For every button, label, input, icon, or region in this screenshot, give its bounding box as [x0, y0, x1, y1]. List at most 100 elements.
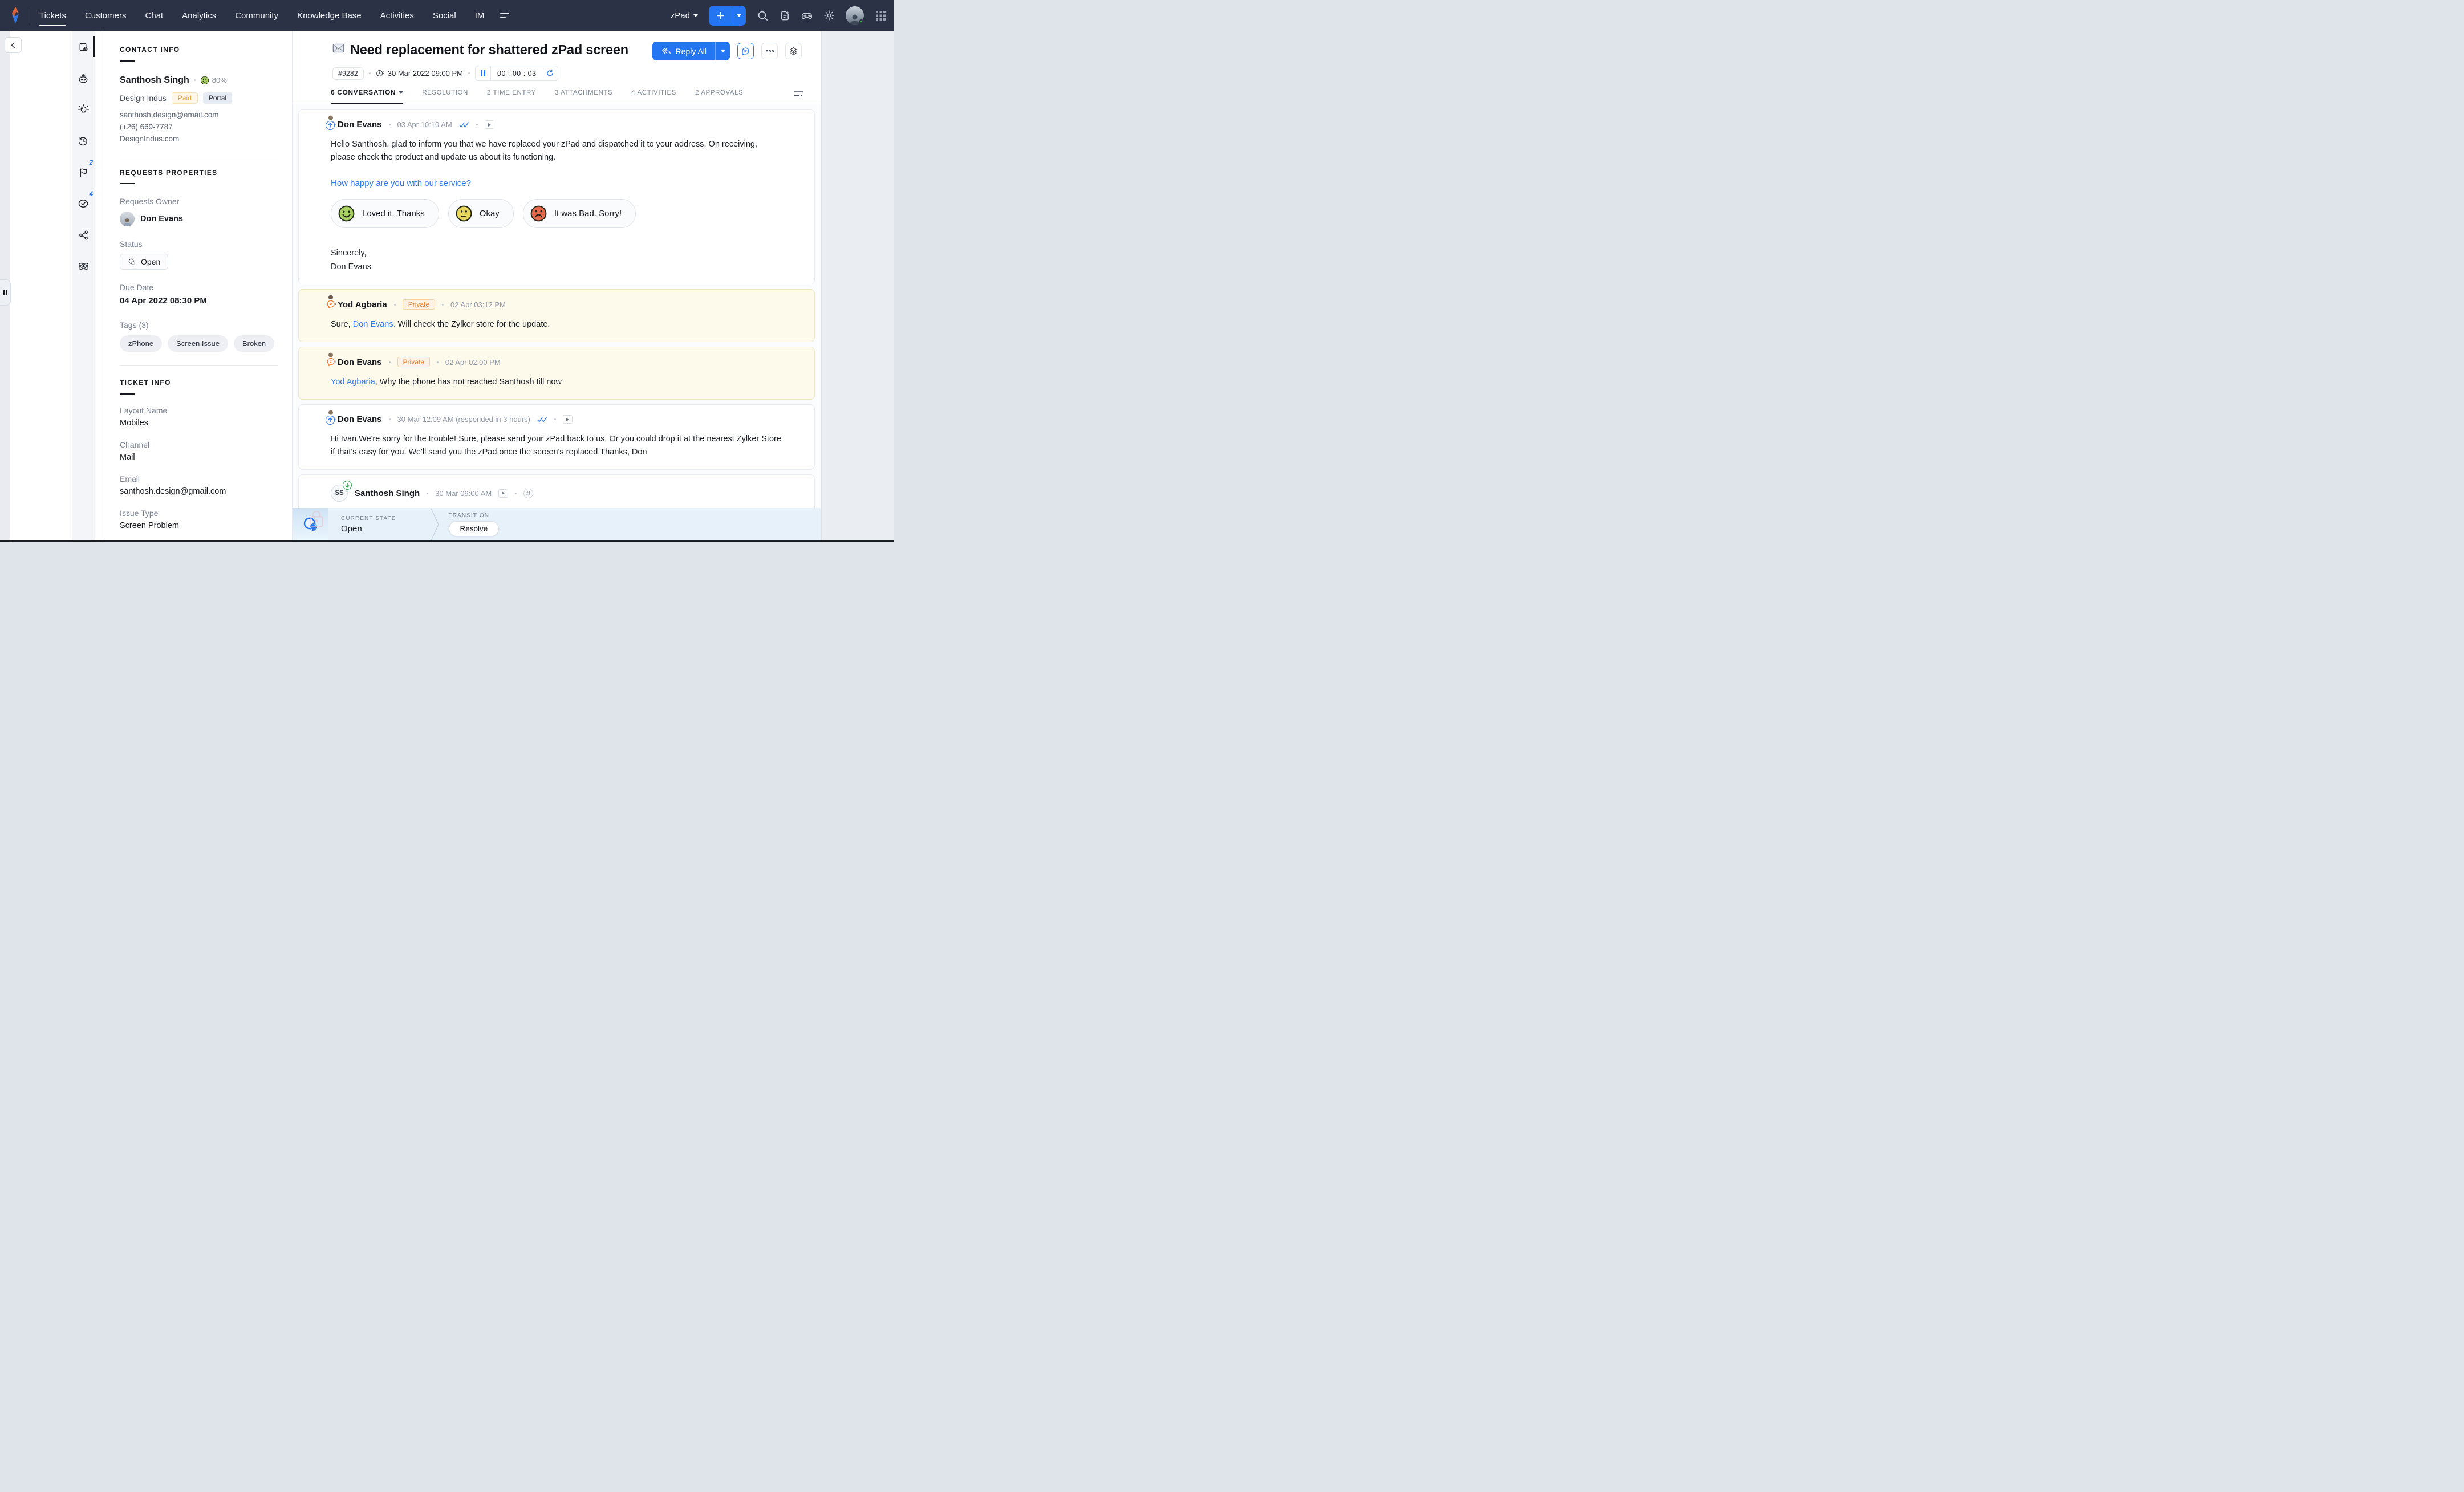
note-text: , Why the phone has not reached Santhosh…	[375, 377, 562, 387]
contact-name[interactable]: Santhosh Singh	[120, 75, 189, 86]
mention-link[interactable]: Yod Agbaria	[331, 377, 375, 387]
timer-refresh-button[interactable]	[543, 66, 558, 80]
nav-tab-social[interactable]: Social	[433, 0, 456, 31]
email-channel-icon	[332, 43, 344, 53]
zia-bot-icon[interactable]	[72, 70, 95, 86]
read-receipt-icon	[537, 417, 547, 422]
blueprint-widget[interactable]	[293, 508, 328, 540]
nav-tab-im[interactable]: IM	[475, 0, 485, 31]
contact-phone[interactable]: (+26) 669-7787	[120, 121, 278, 133]
tab-resolution[interactable]: RESOLUTION	[422, 90, 468, 104]
collapse-panel-button[interactable]	[5, 37, 22, 53]
nav-tab-community[interactable]: Community	[235, 0, 278, 31]
message-body: Hi Ivan,We're sorry for the trouble! Sur…	[331, 433, 782, 459]
skills-atom-icon[interactable]	[72, 258, 95, 274]
flags-icon[interactable]: 2	[72, 164, 95, 180]
message-author[interactable]: Don Evans	[338, 357, 382, 367]
tab-time-entry[interactable]: 2 TIME ENTRY	[487, 90, 536, 104]
field-value[interactable]: Mobiles	[120, 418, 278, 428]
survey-option-okay[interactable]: Okay	[448, 199, 514, 228]
settings-gear-icon[interactable]	[823, 10, 835, 21]
conversation-filter-icon[interactable]	[794, 91, 803, 104]
happiness-survey-link[interactable]: How happy are you with our service?	[331, 178, 782, 188]
tab-activities[interactable]: 4 ACTIVITIES	[631, 90, 676, 104]
more-actions-button[interactable]	[761, 43, 778, 59]
zoho-desk-logo-icon[interactable]	[7, 6, 24, 25]
tag-pill[interactable]: Screen Issue	[168, 335, 228, 352]
field-label: Email	[120, 474, 278, 483]
message-card-reply: Don Evans 03 Apr 10:10 AM Hello Santhosh…	[298, 109, 815, 284]
transition-label: TRANSITION	[449, 513, 490, 519]
timer-pause-button[interactable]	[476, 66, 491, 80]
field-value[interactable]: Mail	[120, 453, 278, 462]
message-author[interactable]: Don Evans	[338, 414, 382, 424]
nav-tab-chat[interactable]: Chat	[145, 0, 163, 31]
nav-tab-knowledge-base[interactable]: Knowledge Base	[297, 0, 362, 31]
history-icon[interactable]	[72, 133, 95, 149]
nav-tab-tickets[interactable]: Tickets	[39, 0, 66, 31]
due-date-value[interactable]: 04 Apr 2022 08:30 PM	[120, 296, 278, 306]
tag-pill[interactable]: zPhone	[120, 335, 162, 352]
reply-options-dropdown[interactable]	[715, 42, 730, 60]
ticket-properties-icon[interactable]	[72, 39, 95, 55]
reply-all-button[interactable]: Reply All	[652, 42, 730, 60]
search-icon[interactable]	[757, 10, 768, 21]
resolve-transition-button[interactable]: Resolve	[449, 521, 500, 536]
happy-face-icon	[338, 205, 355, 222]
nav-tab-customers[interactable]: Customers	[85, 0, 127, 31]
field-value[interactable]: santhosh.design@gmail.com	[120, 487, 278, 496]
ticket-id-chip[interactable]: #9282	[332, 67, 364, 80]
timer-value: 00 : 00 : 03	[491, 66, 543, 80]
contact-email[interactable]: santhosh.design@email.com	[120, 109, 278, 121]
message-author[interactable]: Don Evans	[338, 120, 382, 129]
apps-grid-icon[interactable]	[875, 10, 886, 21]
insights-bulb-icon[interactable]	[72, 101, 95, 117]
nav-overflow-icon[interactable]	[500, 13, 509, 18]
approvals-icon[interactable]: 4	[72, 196, 95, 212]
nav-tab-analytics[interactable]: Analytics	[182, 0, 216, 31]
tab-attachments[interactable]: 3 ATTACHMENTS	[555, 90, 612, 104]
tab-conversation[interactable]: 6 CONVERSATION	[331, 88, 403, 104]
field-label: Layout Name	[120, 406, 278, 415]
requests-owner-row[interactable]: Don Evans	[120, 212, 278, 226]
created-time: 30 Mar 2022 09:00 PM	[376, 69, 463, 78]
quick-create-dropdown[interactable]	[732, 6, 746, 26]
status-dropdown[interactable]: Open	[120, 254, 168, 270]
survey-option-bad[interactable]: It was Bad. Sorry!	[523, 199, 636, 228]
collapse-threads-button[interactable]	[785, 43, 802, 59]
heading-underline	[120, 183, 135, 185]
contact-company[interactable]: Design Indus	[120, 93, 167, 103]
nav-tab-activities[interactable]: Activities	[380, 0, 414, 31]
comment-bubble-icon	[741, 47, 750, 55]
feeds-icon[interactable]	[779, 10, 790, 21]
department-selector[interactable]: zPad	[671, 11, 698, 21]
tab-approvals[interactable]: 2 APPROVALS	[695, 90, 743, 104]
message-author[interactable]: Yod Agbaria	[338, 300, 387, 310]
message-card-reply: Don Evans 30 Mar 12:09 AM (responded in …	[298, 404, 815, 470]
panel-drag-handle[interactable]	[0, 279, 11, 306]
thread-id-icon[interactable]	[523, 489, 533, 498]
survey-option-loved-it[interactable]: Loved it. Thanks	[331, 199, 439, 228]
ticket-info-heading: TICKET INFO	[120, 379, 278, 387]
expand-message-button[interactable]	[563, 415, 573, 424]
plus-icon[interactable]	[709, 6, 732, 26]
chevron-down-icon	[693, 14, 698, 17]
approvals-count-badge: 4	[90, 191, 93, 198]
mention-link[interactable]: Don Evans.	[353, 320, 396, 329]
expand-message-button[interactable]	[498, 489, 508, 498]
gamescope-icon[interactable]	[801, 10, 813, 21]
owner-avatar	[120, 212, 135, 226]
heading-underline	[120, 393, 135, 395]
top-navigation-bar: Tickets Customers Chat Analytics Communi…	[0, 0, 894, 31]
tag-pill[interactable]: Broken	[234, 335, 274, 352]
quick-create-button[interactable]	[709, 6, 746, 26]
comment-button[interactable]	[737, 43, 754, 59]
sent-reply-badge-icon	[326, 121, 335, 130]
online-status-dot	[859, 19, 864, 25]
field-value[interactable]: Screen Problem	[120, 521, 278, 530]
expand-message-button[interactable]	[485, 120, 494, 129]
message-author[interactable]: Santhosh Singh	[355, 489, 420, 498]
user-avatar[interactable]	[846, 6, 864, 25]
share-icon[interactable]	[72, 227, 95, 243]
contact-website[interactable]: DesignIndus.com	[120, 133, 278, 145]
